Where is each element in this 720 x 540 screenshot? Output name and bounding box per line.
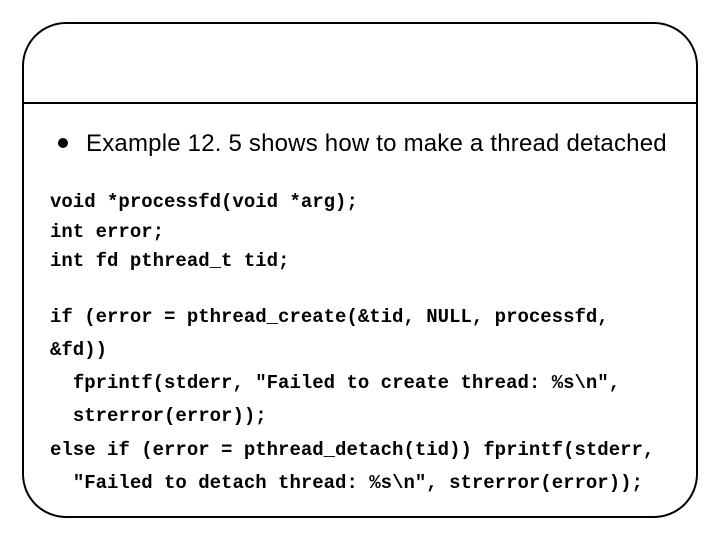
code-body: if (error = pthread_create(&tid, NULL, p… [50,301,672,501]
code-declarations: void *processfd(void *arg); int error; i… [50,188,672,276]
bullet-item: Example 12. 5 shows how to make a thread… [48,128,672,160]
bullet-dot-icon [58,138,68,148]
slide-content: Example 12. 5 shows how to make a thread… [48,128,672,500]
bullet-text: Example 12. 5 shows how to make a thread… [86,128,667,160]
divider-top [22,102,698,104]
